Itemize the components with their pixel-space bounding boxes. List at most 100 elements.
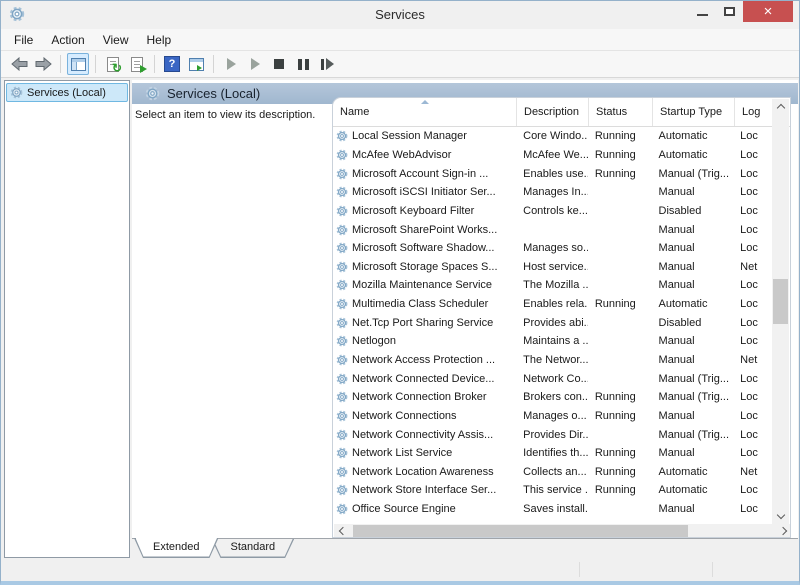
- service-description: Manages so...: [516, 242, 588, 254]
- service-description: The Networ...: [516, 354, 588, 366]
- resume-service-icon[interactable]: [244, 53, 266, 75]
- table-row[interactable]: Microsoft SharePoint Works... Manual Loc: [333, 220, 773, 239]
- service-description: Collects an...: [516, 466, 588, 478]
- description-prompt: Select an item to view its description.: [135, 109, 330, 121]
- table-row[interactable]: Net.Tcp Port Sharing Service Provides ab…: [333, 313, 773, 332]
- horizontal-scrollbar-thumb[interactable]: [353, 525, 688, 537]
- service-name: Mozilla Maintenance Service: [352, 279, 492, 291]
- table-row[interactable]: Network Store Interface Ser... This serv…: [333, 481, 773, 500]
- service-status: Running: [588, 168, 652, 180]
- column-header-startup-type[interactable]: Startup Type: [653, 98, 735, 126]
- service-startup-type: Automatic: [652, 466, 734, 478]
- column-header-log-on-as[interactable]: Log: [735, 98, 775, 126]
- table-row[interactable]: Microsoft iSCSI Initiator Ser... Manages…: [333, 183, 773, 202]
- service-gear-icon: [336, 391, 348, 403]
- service-gear-icon: [336, 410, 348, 422]
- service-startup-type: Manual: [652, 447, 734, 459]
- table-row[interactable]: Local Session Manager Core Windo... Runn…: [333, 127, 773, 146]
- export-list-icon[interactable]: [126, 53, 148, 75]
- tab-extended[interactable]: Extended: [134, 538, 218, 558]
- service-name: Local Session Manager: [352, 130, 467, 142]
- service-description: Network Co...: [516, 373, 588, 385]
- service-status: Running: [588, 298, 652, 310]
- scroll-right-icon[interactable]: [776, 524, 791, 538]
- status-bar-divider: [579, 562, 580, 577]
- status-bar-divider: [712, 562, 713, 577]
- service-startup-type: Manual: [652, 224, 734, 236]
- service-status: Running: [588, 466, 652, 478]
- restart-service-icon[interactable]: [316, 53, 338, 75]
- service-description: The Mozilla ...: [516, 279, 588, 291]
- service-name: Network Connectivity Assis...: [352, 429, 493, 441]
- column-header-description[interactable]: Description: [517, 98, 589, 126]
- close-button[interactable]: ×: [743, 1, 793, 22]
- service-log-on-as: Loc: [733, 335, 773, 347]
- service-name: Microsoft iSCSI Initiator Ser...: [352, 186, 496, 198]
- table-row[interactable]: Network Connections Manages o... Running…: [333, 407, 773, 426]
- table-row[interactable]: Network Location Awareness Collects an..…: [333, 463, 773, 482]
- toolbar-separator: [95, 55, 96, 73]
- menu-view[interactable]: View: [94, 31, 138, 49]
- service-name: Network List Service: [352, 447, 452, 459]
- table-row[interactable]: Netlogon Maintains a ... Manual Loc: [333, 332, 773, 351]
- tree-item-services-local[interactable]: Services (Local): [6, 83, 128, 102]
- table-row[interactable]: Microsoft Software Shadow... Manages so.…: [333, 239, 773, 258]
- forward-icon[interactable]: [32, 53, 54, 75]
- table-row[interactable]: Network Connected Device... Network Co..…: [333, 369, 773, 388]
- table-row[interactable]: Mozilla Maintenance Service The Mozilla …: [333, 276, 773, 295]
- service-name: Microsoft SharePoint Works...: [352, 224, 497, 236]
- service-gear-icon: [336, 354, 348, 366]
- service-startup-type: Automatic: [652, 130, 734, 142]
- table-row[interactable]: Network Connectivity Assis... Provides D…: [333, 425, 773, 444]
- table-row[interactable]: Office Source Engine Saves install... Ma…: [333, 500, 773, 519]
- back-icon[interactable]: [8, 53, 30, 75]
- refresh-icon[interactable]: ↻: [102, 53, 124, 75]
- column-header-name[interactable]: Name: [333, 98, 517, 126]
- maximize-button[interactable]: [716, 1, 743, 22]
- stop-service-icon[interactable]: [268, 53, 290, 75]
- service-log-on-as: Loc: [733, 149, 773, 161]
- minimize-icon: [697, 14, 708, 16]
- service-description: McAfee We...: [516, 149, 588, 161]
- menu-file[interactable]: File: [5, 31, 42, 49]
- horizontal-scrollbar[interactable]: [334, 524, 791, 538]
- menu-help[interactable]: Help: [138, 31, 181, 49]
- service-gear-icon: [336, 261, 348, 273]
- tab-standard[interactable]: Standard: [211, 539, 294, 558]
- service-startup-type: Manual: [652, 503, 734, 515]
- service-name: McAfee WebAdvisor: [352, 149, 451, 161]
- service-name: Netlogon: [352, 335, 396, 347]
- service-startup-type: Manual (Trig...: [652, 168, 734, 180]
- scroll-down-icon[interactable]: [772, 509, 789, 524]
- table-row[interactable]: Network Access Protection ... The Networ…: [333, 351, 773, 370]
- pause-service-icon[interactable]: [292, 53, 314, 75]
- table-row[interactable]: Network List Service Identifies th... Ru…: [333, 444, 773, 463]
- tree-item-label: Services (Local): [27, 87, 106, 99]
- show-console-tree-icon[interactable]: [67, 53, 89, 75]
- toolbar-separator: [213, 55, 214, 73]
- menu-action[interactable]: Action: [42, 31, 93, 49]
- table-row[interactable]: Network Connection Broker Brokers con...…: [333, 388, 773, 407]
- table-row[interactable]: Microsoft Account Sign-in ... Enables us…: [333, 164, 773, 183]
- column-header-status[interactable]: Status: [589, 98, 653, 126]
- title-bar[interactable]: Services ×: [1, 1, 799, 29]
- minimize-button[interactable]: [689, 1, 716, 22]
- start-service-icon[interactable]: [220, 53, 242, 75]
- vertical-scrollbar[interactable]: [772, 99, 789, 524]
- service-name: Microsoft Software Shadow...: [352, 242, 494, 254]
- vertical-scrollbar-thumb[interactable]: [773, 279, 788, 324]
- scroll-left-icon[interactable]: [334, 524, 349, 538]
- scroll-up-icon[interactable]: [772, 99, 789, 114]
- table-row[interactable]: Microsoft Storage Spaces S... Host servi…: [333, 257, 773, 276]
- service-status: Running: [588, 484, 652, 496]
- help-icon[interactable]: ?: [161, 53, 183, 75]
- table-row[interactable]: Microsoft Keyboard Filter Controls ke...…: [333, 202, 773, 221]
- show-action-pane-icon[interactable]: [185, 53, 207, 75]
- table-row[interactable]: McAfee WebAdvisor McAfee We... Running A…: [333, 146, 773, 165]
- service-log-on-as: Loc: [733, 205, 773, 217]
- service-startup-type: Disabled: [652, 317, 734, 329]
- service-startup-type: Automatic: [652, 484, 734, 496]
- service-name: Network Store Interface Ser...: [352, 484, 496, 496]
- table-row[interactable]: Multimedia Class Scheduler Enables rela.…: [333, 295, 773, 314]
- toolbar-separator: [154, 55, 155, 73]
